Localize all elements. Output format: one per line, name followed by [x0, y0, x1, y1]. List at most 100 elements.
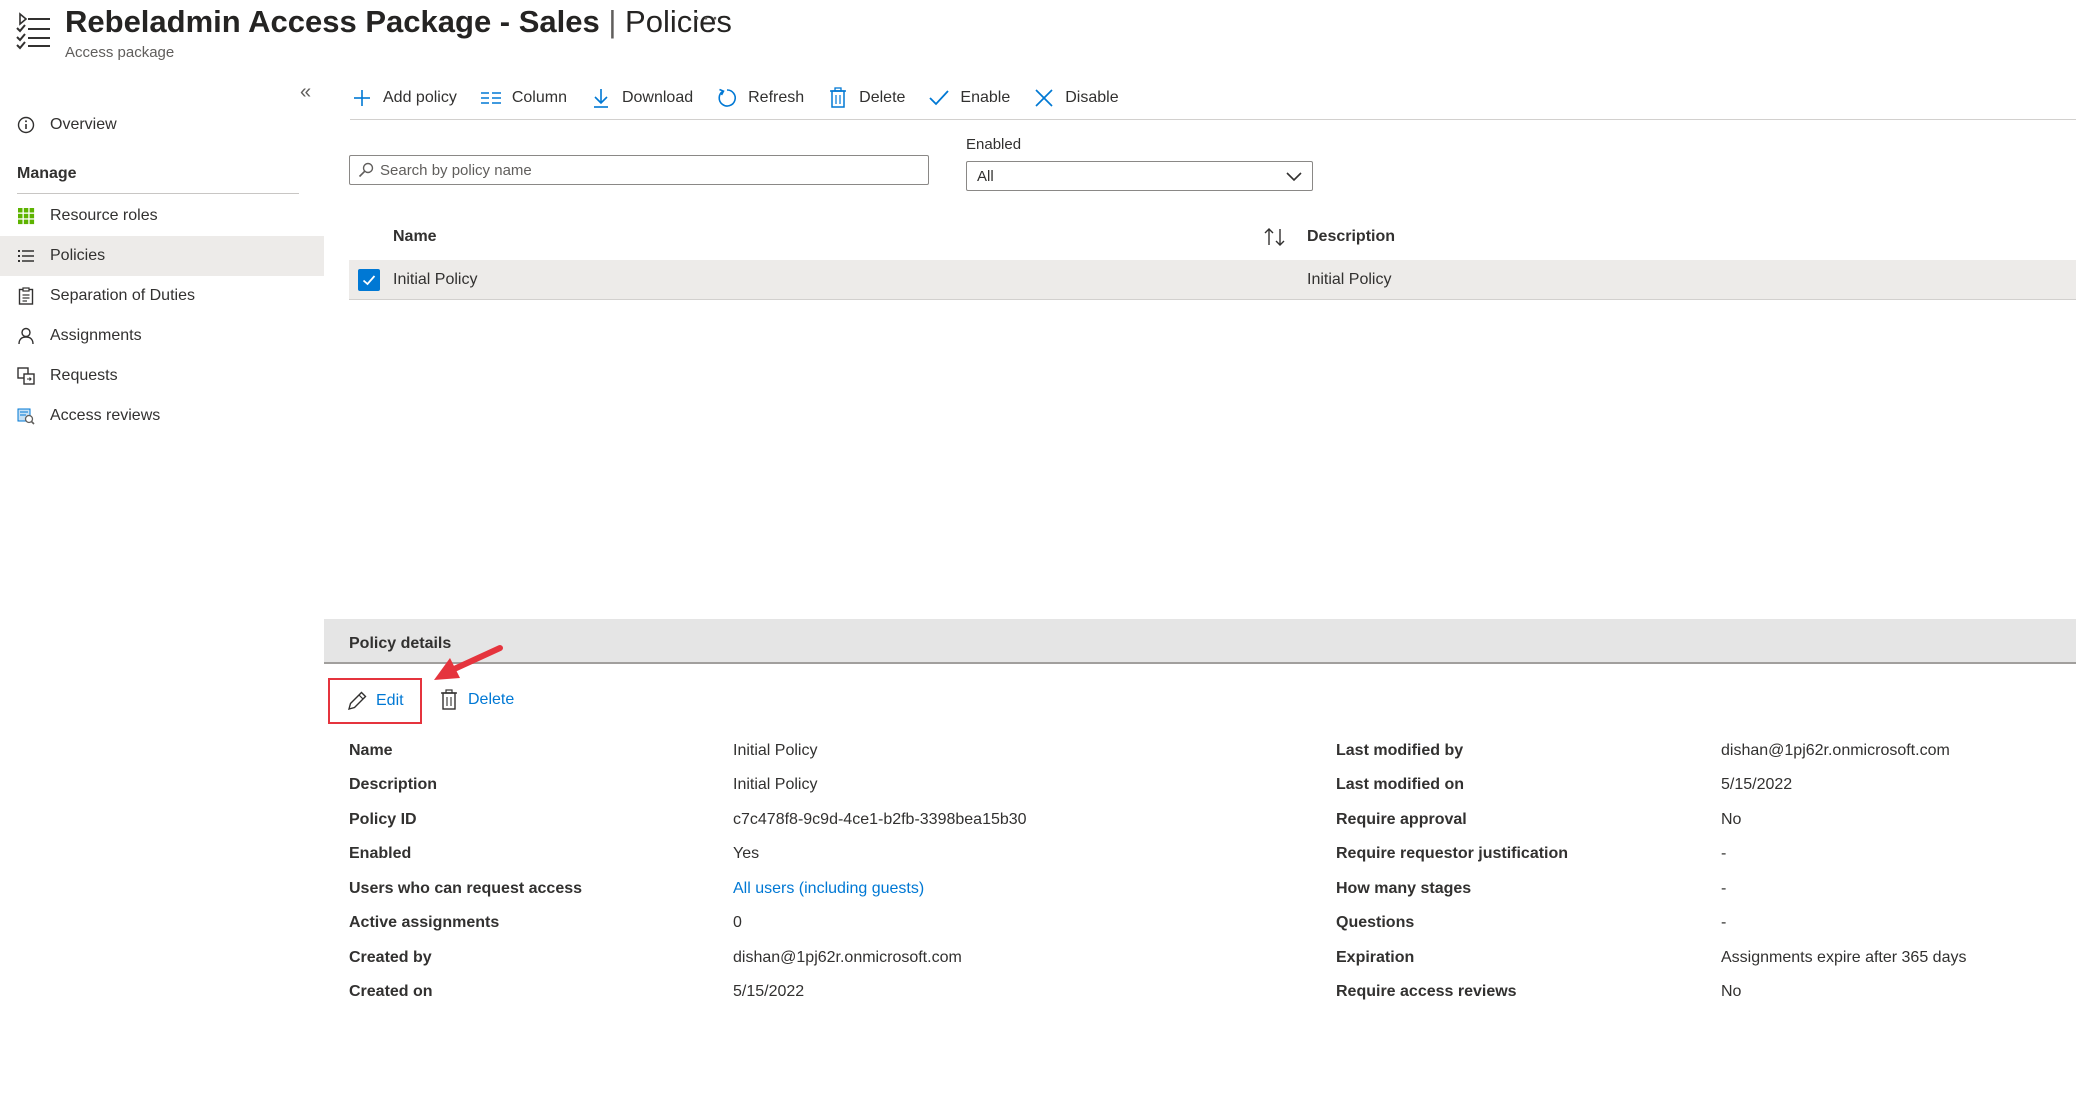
download-label: Download — [621, 89, 694, 106]
checkmark-icon — [362, 275, 376, 286]
detail-label-questions: Questions — [1336, 914, 1415, 931]
page-subtitle: Access package — [65, 44, 175, 61]
pencil-icon — [346, 690, 368, 712]
sidebar-item-label: Policies — [50, 247, 106, 264]
chevron-down-icon — [1286, 172, 1302, 182]
table-row[interactable]: Initial Policy Initial Policy — [349, 260, 2076, 300]
refresh-button[interactable]: Refresh — [715, 86, 804, 110]
detail-value-last-modified-on: 5/15/2022 — [1721, 776, 1793, 793]
detail-value-active-assignments: 0 — [733, 914, 742, 931]
sidebar-item-access-reviews[interactable]: Access reviews — [0, 396, 324, 436]
info-icon — [16, 115, 36, 135]
sidebar-divider — [17, 193, 299, 194]
detail-label-how-many-stages: How many stages — [1336, 880, 1472, 897]
detail-label-created-by: Created by — [349, 949, 432, 966]
command-bar: Add policy Column Download Refresh Delet… — [350, 80, 1141, 116]
page-title: Rebeladmin Access Package - Sales | Poli… — [65, 4, 732, 40]
sidebar-item-label: Separation of Duties — [50, 287, 195, 304]
delete-label: Delete — [859, 89, 906, 106]
sidebar-item-requests[interactable]: Requests — [0, 356, 324, 396]
delete-policy-label: Delete — [468, 691, 515, 708]
detail-value-require-approval: No — [1721, 811, 1742, 828]
detail-label-require-access-reviews: Require access reviews — [1336, 983, 1517, 1000]
download-button[interactable]: Download — [589, 86, 693, 110]
trash-icon — [826, 86, 850, 110]
detail-label-last-modified-by: Last modified by — [1336, 742, 1464, 759]
sidebar-item-policies[interactable]: Policies — [0, 236, 324, 276]
column-header-name[interactable]: Name — [393, 228, 437, 246]
detail-value-questions: - — [1721, 914, 1727, 931]
detail-label-users-who-can-request: Users who can request access — [349, 880, 583, 897]
sidebar: « Overview Manage Resource roles Policie… — [0, 75, 324, 575]
detail-value-description: Initial Policy — [733, 776, 818, 793]
annotation-arrow-icon — [434, 645, 503, 680]
sidebar-section-manage: Manage — [17, 165, 77, 182]
sidebar-item-label: Overview — [50, 116, 117, 133]
add-policy-button[interactable]: Add policy — [350, 86, 457, 110]
sidebar-item-label: Assignments — [50, 327, 142, 344]
grid-icon — [16, 206, 36, 226]
detail-label-policy-id: Policy ID — [349, 811, 417, 828]
disable-button[interactable]: Disable — [1032, 86, 1119, 110]
detail-value-require-access-reviews: No — [1721, 983, 1742, 1000]
close-icon — [1032, 86, 1056, 110]
refresh-icon — [715, 86, 739, 110]
row-name-cell: Initial Policy — [393, 271, 478, 288]
enable-label: Enable — [960, 89, 1011, 106]
sidebar-item-label: Access reviews — [50, 407, 161, 424]
column-header-description[interactable]: Description — [1307, 228, 1395, 246]
sidebar-item-assignments[interactable]: Assignments — [0, 316, 324, 356]
sidebar-item-overview[interactable]: Overview — [0, 105, 324, 145]
review-icon — [16, 406, 36, 426]
detail-value-name: Initial Policy — [733, 742, 818, 759]
detail-label-name: Name — [349, 742, 393, 759]
sidebar-item-separation-of-duties[interactable]: Separation of Duties — [0, 276, 324, 316]
search-input[interactable] — [380, 161, 920, 179]
edit-label: Edit — [376, 692, 404, 709]
enabled-filter-dropdown[interactable]: All — [966, 161, 1313, 191]
column-button[interactable]: Column — [479, 86, 567, 110]
detail-value-enabled: Yes — [733, 845, 760, 862]
grid-header: Name Description — [349, 222, 2076, 254]
enabled-filter-value: All — [977, 167, 994, 185]
plus-icon — [350, 86, 374, 110]
detail-value-last-modified-by: dishan@1pj62r.onmicrosoft.com — [1721, 742, 1950, 759]
detail-label-expiration: Expiration — [1336, 949, 1415, 966]
detail-label-description: Description — [349, 776, 438, 793]
detail-value-created-on: 5/15/2022 — [733, 983, 805, 1000]
command-bar-divider — [350, 119, 2076, 120]
list-icon — [16, 246, 36, 266]
detail-value-created-by: dishan@1pj62r.onmicrosoft.com — [733, 949, 962, 966]
detail-label-created-on: Created on — [349, 983, 433, 1000]
collapse-sidebar-button[interactable]: « — [300, 81, 311, 104]
sidebar-item-resource-roles[interactable]: Resource roles — [0, 196, 324, 236]
checkmark-icon — [927, 86, 951, 110]
delete-button[interactable]: Delete — [826, 86, 905, 110]
detail-label-enabled: Enabled — [349, 845, 412, 862]
detail-label-require-approval: Require approval — [1336, 811, 1467, 828]
enabled-filter-label: Enabled — [966, 136, 1022, 153]
page-title-resource: Rebeladmin Access Package - Sales — [65, 4, 600, 39]
detail-value-how-many-stages: - — [1721, 880, 1727, 897]
enable-button[interactable]: Enable — [927, 86, 1010, 110]
columns-icon — [479, 86, 503, 110]
detail-value-require-justification: - — [1721, 845, 1727, 862]
detail-value-users-link[interactable]: All users (including guests) — [733, 880, 924, 898]
disable-label: Disable — [1065, 89, 1119, 106]
page-header: Rebeladmin Access Package - Sales | Poli… — [0, 0, 2076, 75]
refresh-label: Refresh — [748, 89, 805, 106]
sidebar-item-label: Requests — [50, 367, 118, 384]
detail-value-policy-id: c7c478f8-9c9d-4ce1-b2fb-3398bea15b30 — [733, 811, 1027, 828]
clipboard-icon — [16, 286, 36, 306]
policy-details-header: Policy details — [324, 619, 2076, 664]
detail-label-last-modified-on: Last modified on — [1336, 776, 1464, 793]
download-icon — [589, 86, 613, 110]
search-box[interactable] — [349, 155, 929, 185]
row-description-cell: Initial Policy — [1307, 271, 1392, 288]
detail-label-require-justification: Require requestor justification — [1336, 845, 1569, 862]
row-checkbox[interactable] — [358, 269, 380, 291]
edit-button[interactable]: Edit — [328, 678, 422, 724]
sidebar-item-label: Resource roles — [50, 207, 158, 224]
more-options-button[interactable]: ··· — [693, 4, 720, 32]
sort-icon[interactable] — [1262, 225, 1288, 249]
